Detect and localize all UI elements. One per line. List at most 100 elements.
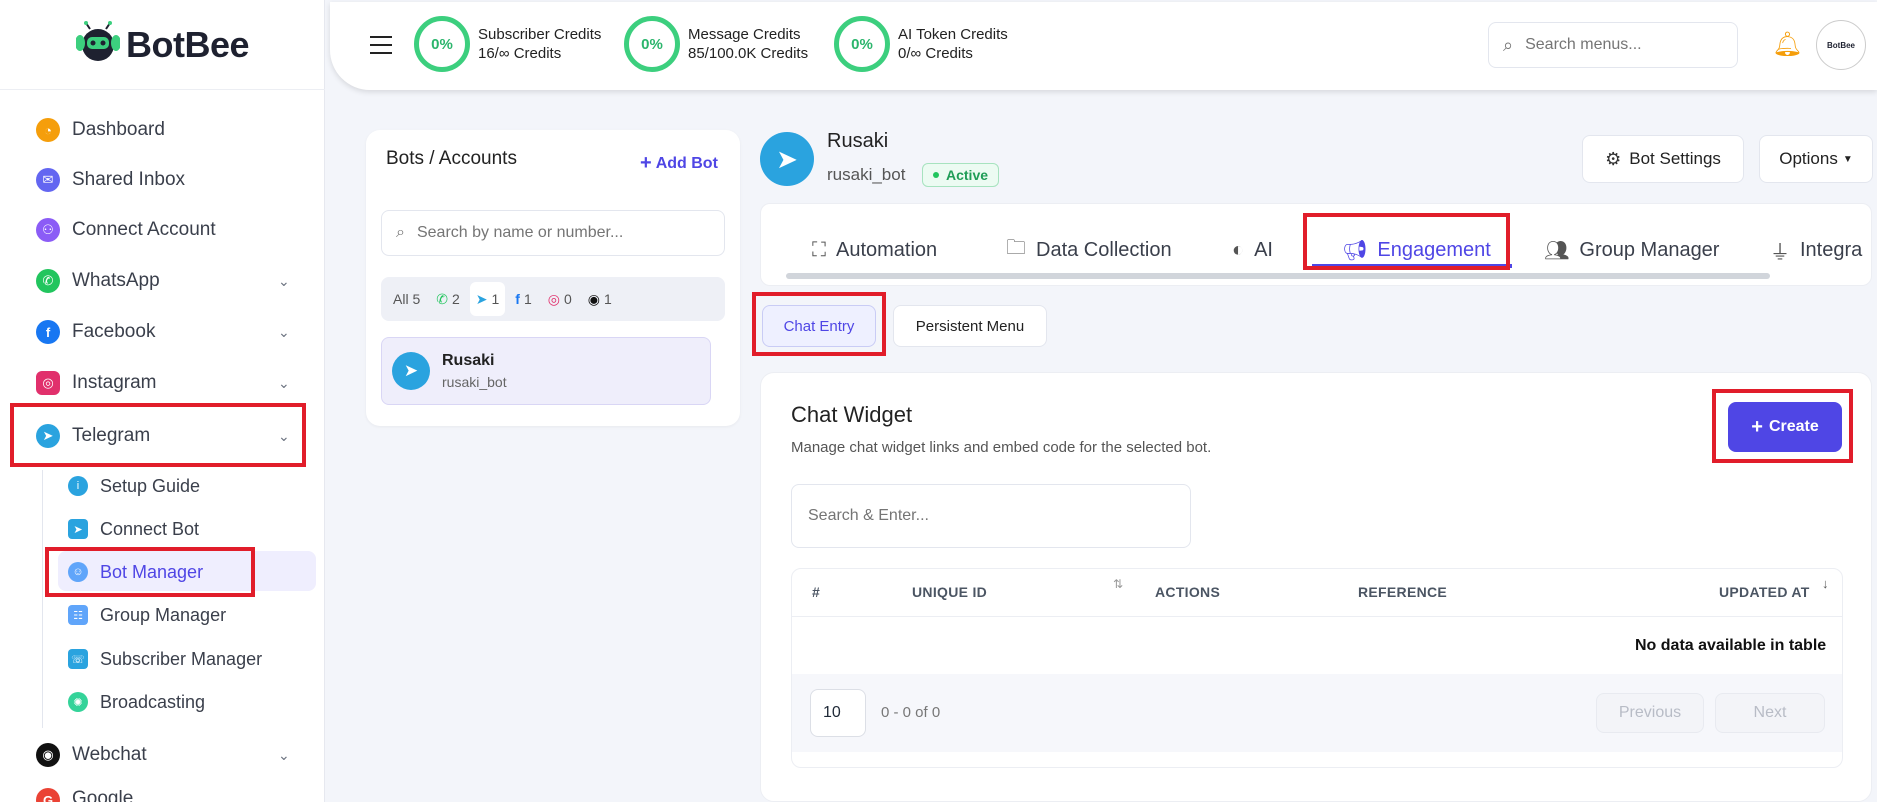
sidebar-item-facebook[interactable]: f Facebook ⌄ <box>36 317 296 347</box>
credit-message: 0% Message Credits 85/100.0K Credits <box>624 16 808 72</box>
sidebar-item-label: Broadcasting <box>100 691 206 712</box>
menu-search[interactable]: ⌕ <box>1488 22 1738 68</box>
avatar[interactable]: BotBee <box>1816 20 1866 70</box>
webchat-icon: ◉ <box>587 290 600 307</box>
credit-progress-ring: 0% <box>414 16 470 72</box>
sidebar-item-label: Connect Account <box>72 219 216 240</box>
credit-percent: 0% <box>431 35 453 53</box>
hamburger-menu-icon[interactable] <box>370 36 392 54</box>
widget-search-input[interactable] <box>808 507 1168 525</box>
pagination-range: 0 - 0 of 0 <box>881 704 941 721</box>
tab-label: Data Collection <box>1036 238 1172 261</box>
brain-icon: ◐ <box>1232 238 1245 261</box>
instagram-icon: ◎ <box>547 290 560 307</box>
search-icon: ⌕ <box>1503 34 1514 55</box>
next-page-button[interactable]: Next <box>1715 693 1825 733</box>
sidebar-item-label: Setup Guide <box>100 475 201 496</box>
sidebar-item-whatsapp[interactable]: ✆ WhatsApp ⌄ <box>36 266 296 296</box>
filter-telegram[interactable]: ➤ 1 <box>469 282 506 316</box>
filter-count: 2 <box>451 291 460 307</box>
status-badge: Active <box>922 163 1000 187</box>
add-bot-button[interactable]: + Add Bot <box>640 152 718 175</box>
tab-label: Integra <box>1800 238 1863 261</box>
previous-page-button[interactable]: Previous <box>1596 693 1704 733</box>
table-empty-message: No data available in table <box>1635 637 1827 654</box>
filter-count: 1 <box>604 291 612 307</box>
sidebar-item-dashboard[interactable]: ◔ Dashboard <box>36 115 165 145</box>
bot-search[interactable]: ⌕ <box>381 210 725 256</box>
sidebar-item-shared-inbox[interactable]: ✉ Shared Inbox <box>36 165 185 195</box>
sidebar-item-webchat[interactable]: ◉ Webchat ⌄ <box>36 740 296 770</box>
flow-icon: ⛶ <box>812 238 826 261</box>
sidebar-item-connect-account[interactable]: ⚇ Connect Account <box>36 215 216 245</box>
subtab-label: Persistent Menu <box>915 317 1025 335</box>
sort-icon[interactable]: ⇅ <box>1113 577 1123 591</box>
filter-all[interactable]: All 5 <box>387 286 426 312</box>
bee-robot-logo-icon <box>75 20 120 61</box>
menu-search-input[interactable] <box>1525 36 1716 54</box>
highlight-box <box>1712 389 1853 463</box>
tab-integrations[interactable]: ⏚ Integra <box>1770 225 1866 275</box>
sidebar: BotBee ◔ Dashboard ✉ Shared Inbox ⚇ Conn… <box>0 0 325 802</box>
tab-label: AI <box>1254 238 1273 261</box>
credit-value: 85/100.0K Credits <box>688 45 809 62</box>
subtab-persistent-menu[interactable]: Persistent Menu <box>893 305 1047 347</box>
bot-list-item[interactable]: ➤ Rusaki rusaki_bot <box>381 337 711 405</box>
sidebar-item-label: Group Manager <box>100 604 227 625</box>
tab-ai[interactable]: ◐ AI <box>1232 225 1273 275</box>
tab-data-collection[interactable]: 🗀 Data Collection <box>1006 225 1172 275</box>
tab-label: Automation <box>836 238 938 261</box>
sidebar-item-instagram[interactable]: ◎ Instagram ⌄ <box>36 368 296 398</box>
sidebar-subitem-connect-bot[interactable]: ➤ Connect Bot <box>68 515 199 543</box>
column-header-actions[interactable]: ACTIONS <box>1155 584 1220 600</box>
facebook-icon: f <box>36 320 60 344</box>
bot-handle: rusaki_bot <box>442 374 507 390</box>
sidebar-subitem-subscriber-manager[interactable]: ☏ Subscriber Manager <box>68 645 262 673</box>
folder-icon: 🗀 <box>1006 237 1026 259</box>
filter-webchat[interactable]: ◉ 1 <box>582 286 618 312</box>
column-header-reference[interactable]: REFERENCE <box>1358 584 1447 600</box>
widget-search[interactable] <box>791 484 1191 548</box>
column-header-updated-at[interactable]: UPDATED AT <box>1719 584 1810 600</box>
telegram-icon: ➤ <box>392 352 430 390</box>
filter-facebook[interactable]: f1 <box>509 286 537 312</box>
status-dot-icon <box>933 172 939 178</box>
credit-percent: 0% <box>641 35 663 53</box>
bots-panel-title: Bots / Accounts <box>386 148 517 169</box>
options-label: Options <box>1779 149 1838 168</box>
sidebar-subitem-group-manager[interactable]: ☷ Group Manager <box>68 601 226 629</box>
sidebar-item-label: Shared Inbox <box>72 169 186 190</box>
credit-title: Message Credits <box>688 26 801 43</box>
filter-whatsapp[interactable]: ✆ 2 <box>430 286 466 312</box>
highlight-box <box>10 403 306 467</box>
sidebar-subitem-setup-guide[interactable]: i Setup Guide <box>68 472 200 500</box>
brand-logo[interactable]: BotBee <box>0 0 325 90</box>
tab-automation[interactable]: ⛶ Automation <box>812 225 937 275</box>
sidebar-item-label: WhatsApp <box>72 270 160 291</box>
credit-progress-ring: 0% <box>834 16 890 72</box>
bot-search-input[interactable] <box>416 224 707 242</box>
avatar-text: BotBee <box>1826 40 1855 50</box>
options-dropdown[interactable]: Options ▼ <box>1759 135 1873 183</box>
tabs-scrollbar[interactable] <box>786 273 1770 279</box>
bot-avatar-telegram-icon: ➤ <box>760 132 814 186</box>
dashboard-icon: ◔ <box>36 118 60 142</box>
credit-progress-ring: 0% <box>624 16 680 72</box>
bot-header-name: Rusaki <box>827 130 889 152</box>
filter-instagram[interactable]: ◎ 0 <box>542 286 578 312</box>
instagram-icon: ◎ <box>36 371 60 395</box>
tab-group-manager[interactable]: 👥︎ Group Manager <box>1544 225 1719 275</box>
column-header-unique-id[interactable]: UNIQUE ID <box>912 584 987 600</box>
sort-desc-icon[interactable]: ↓ <box>1822 576 1829 591</box>
bell-icon[interactable]: 🔔︎ <box>1772 30 1802 59</box>
sidebar-subitem-broadcasting[interactable]: ✺ Broadcasting <box>68 688 205 716</box>
column-header-index[interactable]: # <box>812 584 820 600</box>
users-icon: 👥︎ <box>1544 239 1570 262</box>
page-size-select[interactable]: 10 <box>810 689 866 737</box>
bot-settings-button[interactable]: ⚙ Bot Settings <box>1582 135 1744 183</box>
bot-name: Rusaki <box>442 352 495 369</box>
inbox-icon: ✉ <box>36 168 60 192</box>
sidebar-item-google[interactable]: G Google <box>36 788 296 802</box>
platform-filter-bar: All 5 ✆ 2 ➤ 1 f1 ◎ 0 ◉ 1 <box>381 277 725 321</box>
sidebar-item-label: Dashboard <box>72 119 165 140</box>
